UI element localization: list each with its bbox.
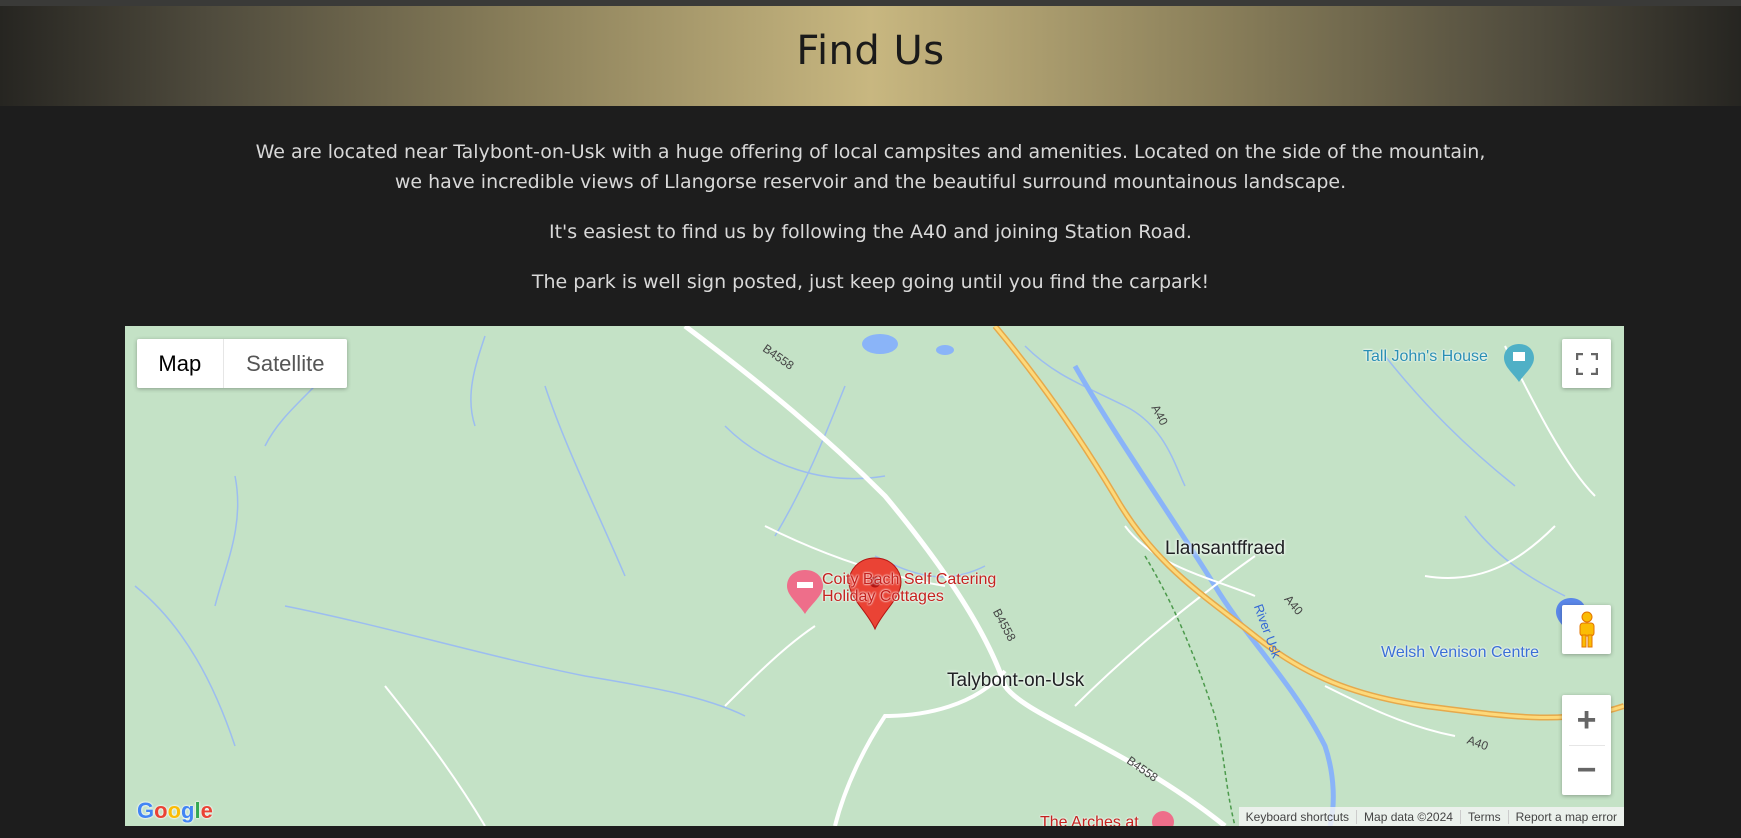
intro-line: we have incredible views of Llangorse re… xyxy=(394,171,1347,193)
poi-label-arches[interactable]: The Arches at xyxy=(1040,814,1139,826)
header-banner: Find Us xyxy=(0,6,1741,106)
intro-line: We are located near Talybont-on-Usk with… xyxy=(255,141,1486,163)
water-body xyxy=(862,334,898,354)
road-local xyxy=(833,669,1007,826)
restaurant-poi-icon[interactable] xyxy=(1152,811,1174,826)
report-error-link[interactable]: Report a map error xyxy=(1507,809,1624,824)
poi-label-tall-johns-house[interactable]: Tall John's House xyxy=(1363,348,1488,366)
museum-poi-icon[interactable] xyxy=(1504,344,1534,382)
map-type-control: Map Satellite xyxy=(137,339,347,388)
pegman-icon xyxy=(1579,611,1594,647)
water-body xyxy=(936,345,954,355)
fullscreen-icon xyxy=(1575,352,1598,375)
intro-paragraph-signage: The park is well sign posted, just keep … xyxy=(531,271,1210,293)
google-map[interactable]: Map Satellite + − Coity Bach Self Cateri… xyxy=(125,326,1624,826)
intro-paragraph-directions: It's easiest to find us by following the… xyxy=(549,221,1192,243)
zoom-out-button[interactable]: − xyxy=(1562,746,1611,795)
keyboard-shortcuts-link[interactable]: Keyboard shortcuts xyxy=(1239,810,1356,824)
map-attribution-bar: Keyboard shortcuts Map data ©2024 Terms … xyxy=(1238,807,1624,826)
zoom-in-button[interactable]: + xyxy=(1562,696,1611,745)
map-type-satellite-button[interactable]: Satellite xyxy=(224,339,347,388)
map-data-text: Map data ©2024 xyxy=(1356,809,1460,824)
poi-label-cottages[interactable]: Coity Bach Self Catering Holiday Cottage… xyxy=(822,571,996,605)
street-view-button[interactable] xyxy=(1562,605,1611,654)
streams xyxy=(134,335,1566,747)
google-logo[interactable]: Google xyxy=(137,798,213,824)
poi-label-line: Coity Bach Self Catering xyxy=(822,571,997,588)
town-label-talybont: Talybont-on-Usk xyxy=(947,670,1085,691)
terms-link[interactable]: Terms xyxy=(1459,809,1508,824)
poi-label-line: Holiday Cottages xyxy=(822,588,944,605)
intro-paragraph-location: We are located near Talybont-on-Usk with… xyxy=(0,137,1741,197)
poi-label-welsh-venison[interactable]: Welsh Venison Centre xyxy=(1381,644,1539,662)
page-title: Find Us xyxy=(796,28,945,74)
hotel-poi-icon[interactable] xyxy=(787,570,823,614)
town-label-llansantffraed: Llansantffraed xyxy=(1165,538,1286,559)
fullscreen-button[interactable] xyxy=(1562,339,1611,388)
zoom-control: + − xyxy=(1562,695,1611,795)
map-type-map-button[interactable]: Map xyxy=(137,339,224,388)
